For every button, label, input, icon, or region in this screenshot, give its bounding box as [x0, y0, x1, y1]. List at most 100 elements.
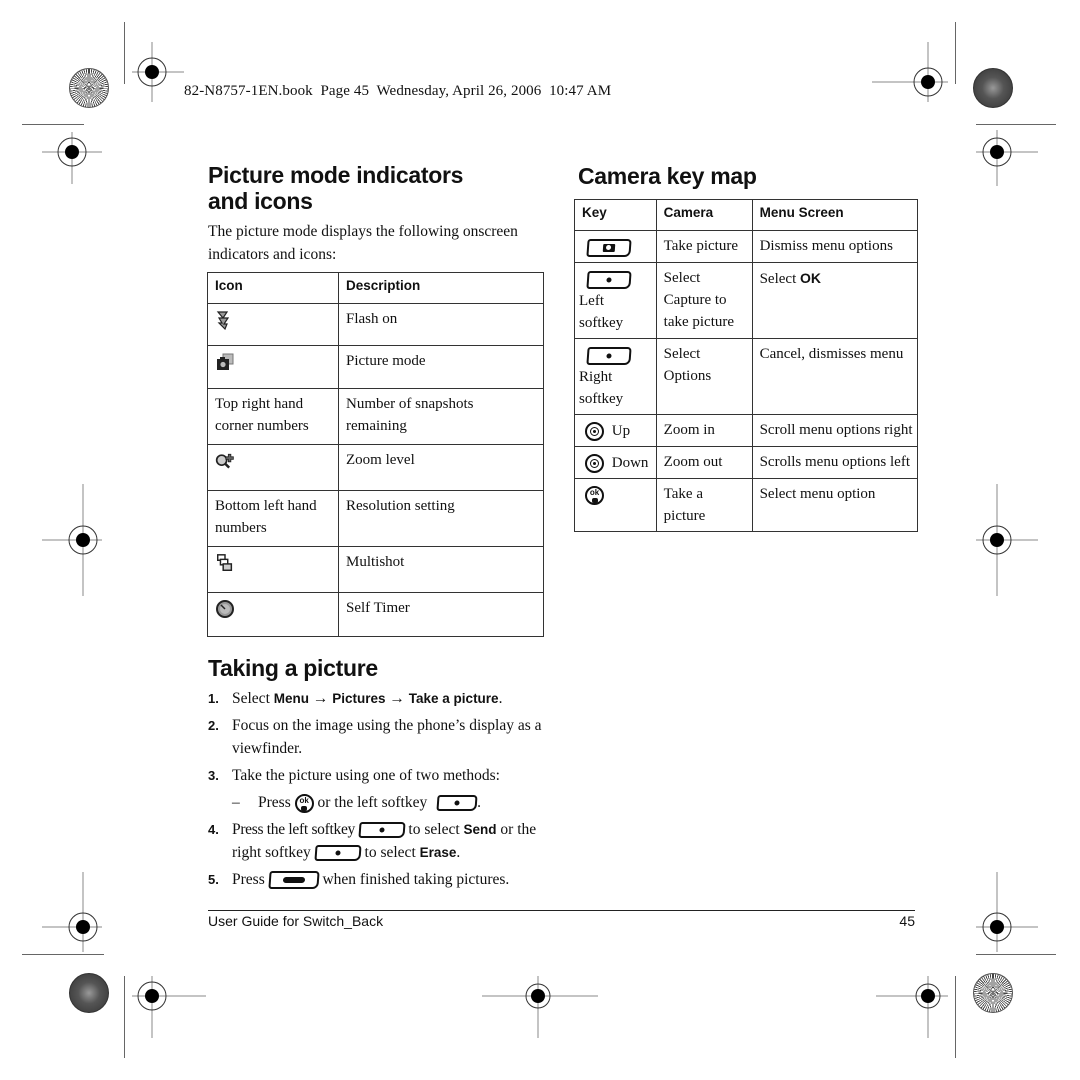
- left-softkey-icon: [586, 270, 632, 289]
- step-text: when finished taking pictures.: [318, 871, 510, 888]
- menu-text: Select: [759, 271, 800, 287]
- flash-icon: [216, 310, 230, 330]
- substep-item: – Press ok or the left softkey .: [232, 791, 548, 814]
- multishot-icon: [217, 553, 233, 571]
- column-header: Description: [338, 272, 544, 304]
- icon-cell: [207, 546, 339, 593]
- table-row: Picture mode: [207, 345, 544, 389]
- icon-text-cell: Bottom left hand numbers: [207, 490, 339, 547]
- registration-target-icon: [42, 484, 102, 596]
- step-number: 3.: [208, 768, 219, 783]
- registration-starburst-icon: [973, 68, 1013, 108]
- camera-cell: Take picture: [655, 230, 753, 263]
- registration-target-icon: [42, 872, 102, 952]
- option-label: Send: [463, 822, 497, 837]
- camera-cell: Select Capture to take picture: [655, 262, 753, 339]
- menu-screen-cell: Cancel, dismisses menu: [751, 338, 919, 415]
- section-intro: The picture mode displays the following …: [208, 223, 518, 263]
- registration-starburst-icon: [69, 973, 109, 1013]
- step-number: 5.: [208, 872, 219, 887]
- ok-key-icon: ok: [585, 486, 604, 506]
- step-text: .: [477, 794, 481, 811]
- picture-mode-section: Picture mode indicators and icons The pi…: [208, 162, 544, 266]
- menu-path-item: Take a picture: [408, 691, 499, 706]
- key-label: Down: [611, 455, 649, 471]
- menu-screen-cell: Scrolls menu options left: [751, 446, 919, 479]
- key-cell: [574, 230, 657, 263]
- camera-key-map-table: Key Camera Menu Screen Take picture Dism…: [574, 199, 919, 532]
- crop-line: [22, 124, 84, 125]
- icon-cell: [207, 592, 339, 637]
- menu-screen-cell: Select menu option: [751, 478, 919, 532]
- right-softkey-icon: [314, 845, 362, 862]
- footer-rule: [208, 910, 915, 911]
- registration-target-icon: [132, 42, 184, 102]
- step-text: to select: [404, 821, 464, 838]
- left-softkey-icon: [357, 822, 406, 839]
- column-header: Menu Screen: [751, 199, 919, 231]
- key-label: Left softkey: [579, 293, 624, 331]
- arrow: →: [309, 690, 333, 707]
- column-header: Camera: [655, 199, 753, 231]
- table-row: Top right hand corner numbers Number of …: [207, 388, 544, 445]
- key-cell: Right softkey: [574, 338, 657, 415]
- table-header-row: Icon Description: [207, 272, 544, 304]
- dash: –: [232, 794, 240, 811]
- table-row: Self Timer: [207, 592, 544, 637]
- table-row: Multishot: [207, 546, 544, 593]
- step-item: 4. Press the left softkey to select Send…: [208, 818, 548, 864]
- step-text: to select: [360, 844, 420, 861]
- crop-line: [22, 954, 104, 955]
- end-key-icon: [267, 871, 320, 890]
- zoom-level-icon: [215, 453, 234, 469]
- step-item: 3. Take the picture using one of two met…: [208, 764, 548, 787]
- taking-picture-title: Taking a picture: [208, 655, 378, 681]
- table-row: Right softkey Select Options Cancel, dis…: [574, 338, 919, 415]
- step-text: or the left softkey: [313, 794, 432, 811]
- footer-title: User Guide for Switch_Back: [208, 913, 384, 929]
- step-text: .: [498, 690, 503, 707]
- page-number: 45: [899, 913, 915, 929]
- registration-target-icon: [876, 976, 948, 1038]
- registration-starburst-icon: [69, 68, 109, 108]
- menu-path-item: Menu: [273, 691, 309, 706]
- title-line-2: and icons: [208, 188, 313, 214]
- registration-starburst-icon: [973, 973, 1013, 1013]
- icon-cell: [207, 303, 339, 346]
- registration-target-icon: [482, 976, 598, 1038]
- icon-text-cell: Top right hand corner numbers: [207, 388, 339, 445]
- right-softkey-icon: [586, 346, 632, 365]
- nav-key-icon: [585, 454, 604, 474]
- description-cell: Self Timer: [338, 592, 544, 637]
- picture-mode-icon: [217, 353, 234, 370]
- crop-line: [976, 124, 1056, 125]
- registration-target-icon: [132, 976, 206, 1038]
- key-label: Up: [611, 423, 631, 439]
- column-header: Icon: [207, 272, 339, 304]
- crop-line: [124, 976, 125, 1058]
- description-cell: Number of snapshots remaining: [338, 388, 544, 445]
- key-cell: Down: [574, 446, 657, 479]
- description-cell: Picture mode: [338, 345, 544, 389]
- icon-cell: [207, 444, 339, 491]
- step-item: 5. Press when finished taking pictures.: [208, 868, 548, 891]
- registration-target-icon: [976, 872, 1038, 952]
- column-header: Key: [574, 199, 657, 231]
- step-text: Focus on the image using the phone’s dis…: [232, 717, 542, 757]
- registration-target-icon: [976, 130, 1038, 186]
- icon-cell: [207, 345, 339, 389]
- description-cell: Zoom level: [338, 444, 544, 491]
- step-text: Take the picture using one of two method…: [232, 767, 500, 784]
- menu-screen-cell: Dismiss menu options: [751, 230, 919, 263]
- nav-key-icon: [585, 422, 604, 442]
- step-number: 2.: [208, 718, 219, 733]
- table-row: Left softkey Select Capture to take pict…: [574, 262, 919, 339]
- table-row: ok Take a picture Select menu option: [574, 478, 919, 532]
- step-text: Press the left softkey: [232, 821, 359, 838]
- table-row: Bottom left hand numbers Resolution sett…: [207, 490, 544, 547]
- key-label: Right softkey: [579, 369, 624, 407]
- title-line-1: Picture mode indicators: [208, 162, 464, 188]
- camera-key-icon: [586, 238, 632, 257]
- crop-line: [124, 22, 125, 84]
- step-number: 4.: [208, 822, 219, 837]
